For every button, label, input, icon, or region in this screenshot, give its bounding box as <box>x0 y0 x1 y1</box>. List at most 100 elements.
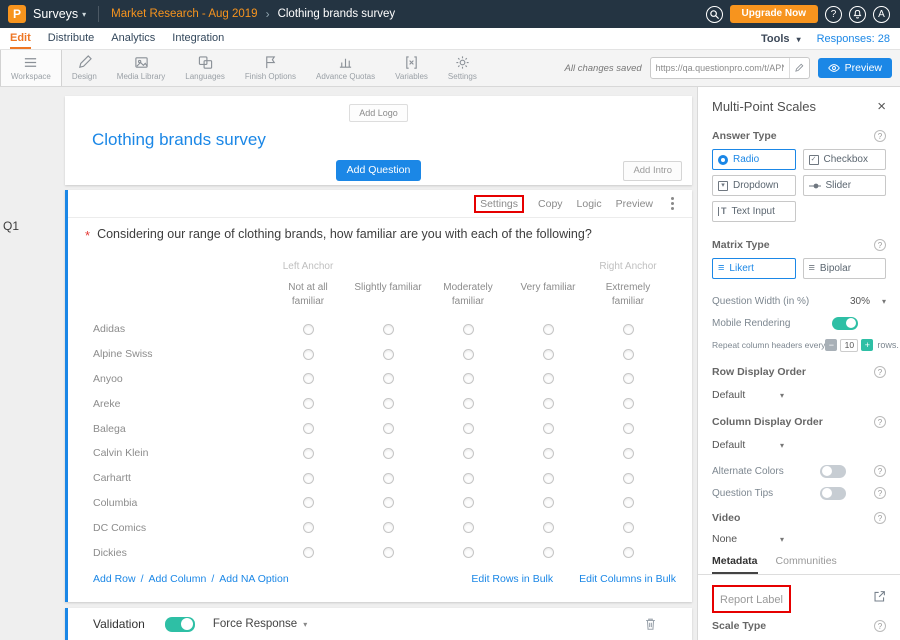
radio-button[interactable] <box>383 448 394 459</box>
radio-button[interactable] <box>383 324 394 335</box>
tab-distribute[interactable]: Distribute <box>48 28 94 49</box>
radio-button[interactable] <box>623 423 634 434</box>
help-icon[interactable]: ? <box>874 416 886 428</box>
question-action-preview[interactable]: Preview <box>616 198 653 210</box>
toolbar-item-workspace[interactable]: Workspace <box>0 50 62 86</box>
answer-type-text-input[interactable]: TText Input <box>712 201 796 222</box>
add-na-option-link[interactable]: Add NA Option <box>219 573 288 585</box>
tab-communities[interactable]: Communities <box>776 555 837 574</box>
upgrade-now-button[interactable]: Upgrade Now <box>730 5 818 23</box>
delete-question-trash-icon[interactable] <box>644 617 657 631</box>
help-icon[interactable]: ? <box>874 239 886 251</box>
row-display-order-select[interactable]: Default▾ <box>712 389 784 401</box>
help-icon[interactable]: ? <box>874 465 886 477</box>
question-action-settings[interactable]: Settings <box>480 198 518 210</box>
help-icon[interactable]: ? <box>874 620 886 632</box>
search-icon[interactable] <box>706 6 723 23</box>
radio-button[interactable] <box>383 398 394 409</box>
radio-button[interactable] <box>383 547 394 558</box>
answer-type-dropdown[interactable]: ▾Dropdown <box>712 175 796 196</box>
question-width-value[interactable]: 30% <box>850 296 870 307</box>
toolbar-item-languages[interactable]: Languages <box>175 50 235 86</box>
add-question-button[interactable]: Add Question <box>336 160 422 181</box>
radio-button[interactable] <box>543 373 554 384</box>
help-icon[interactable]: ? <box>874 366 886 378</box>
survey-title[interactable]: Clothing brands survey <box>92 130 692 150</box>
responses-count-link[interactable]: Responses: 28 <box>817 33 890 45</box>
column-display-order-select[interactable]: Default▾ <box>712 439 784 451</box>
question-action-logic[interactable]: Logic <box>577 198 602 210</box>
radio-button[interactable] <box>463 423 474 434</box>
radio-button[interactable] <box>383 373 394 384</box>
radio-button[interactable] <box>383 349 394 360</box>
toolbar-item-settings[interactable]: Settings <box>438 50 487 86</box>
add-logo-button[interactable]: Add Logo <box>349 104 408 122</box>
edit-url-pencil-icon[interactable] <box>789 58 809 78</box>
radio-button[interactable] <box>543 547 554 558</box>
radio-button[interactable] <box>623 448 634 459</box>
radio-button[interactable] <box>623 497 634 508</box>
radio-button[interactable] <box>303 398 314 409</box>
report-label[interactable]: Report Label <box>720 594 783 606</box>
radio-button[interactable] <box>463 349 474 360</box>
radio-button[interactable] <box>303 497 314 508</box>
radio-button[interactable] <box>303 349 314 360</box>
radio-button[interactable] <box>383 473 394 484</box>
radio-button[interactable] <box>303 448 314 459</box>
tab-integration[interactable]: Integration <box>172 28 224 49</box>
radio-button[interactable] <box>463 473 474 484</box>
radio-button[interactable] <box>463 497 474 508</box>
add-row-link[interactable]: Add Row <box>93 573 136 585</box>
help-icon[interactable]: ? <box>874 512 886 524</box>
radio-button[interactable] <box>463 522 474 533</box>
radio-button[interactable] <box>383 423 394 434</box>
tab-edit[interactable]: Edit <box>10 28 31 49</box>
radio-button[interactable] <box>623 324 634 335</box>
survey-url-input[interactable] <box>651 63 789 73</box>
radio-button[interactable] <box>303 423 314 434</box>
decrement-button[interactable]: − <box>825 339 837 351</box>
radio-button[interactable] <box>623 349 634 360</box>
radio-button[interactable] <box>303 547 314 558</box>
radio-button[interactable] <box>543 398 554 409</box>
radio-button[interactable] <box>463 547 474 558</box>
preview-button[interactable]: Preview <box>818 58 892 79</box>
radio-button[interactable] <box>543 423 554 434</box>
radio-button[interactable] <box>303 522 314 533</box>
help-icon[interactable]: ? <box>874 130 886 142</box>
validation-toggle[interactable] <box>165 617 195 632</box>
toolbar-item-variables[interactable]: Variables <box>385 50 438 86</box>
matrix-type-bipolar[interactable]: ≡Bipolar <box>803 258 887 279</box>
breadcrumb-folder-link[interactable]: Market Research - Aug 2019 <box>111 8 257 20</box>
tools-menu[interactable]: Tools ▾ <box>761 33 801 45</box>
tab-analytics[interactable]: Analytics <box>111 28 155 49</box>
radio-button[interactable] <box>303 324 314 335</box>
radio-button[interactable] <box>303 473 314 484</box>
toolbar-item-media-library[interactable]: Media Library <box>107 50 175 86</box>
product-switcher[interactable]: Surveys <box>33 7 78 21</box>
tab-metadata[interactable]: Metadata <box>712 555 758 574</box>
radio-button[interactable] <box>543 473 554 484</box>
radio-button[interactable] <box>383 497 394 508</box>
help-icon[interactable]: ? <box>825 6 842 23</box>
toolbar-item-design[interactable]: Design <box>62 50 107 86</box>
increment-button[interactable]: + <box>861 339 873 351</box>
video-select[interactable]: None▾ <box>712 533 784 545</box>
radio-button[interactable] <box>463 398 474 409</box>
radio-button[interactable] <box>463 373 474 384</box>
radio-button[interactable] <box>623 547 634 558</box>
edit-columns-in-bulk-link[interactable]: Edit Columns in Bulk <box>579 573 676 585</box>
question-action-copy[interactable]: Copy <box>538 198 563 210</box>
answer-type-radio[interactable]: Radio <box>712 149 796 170</box>
notifications-bell-icon[interactable] <box>849 6 866 23</box>
answer-type-slider[interactable]: Slider <box>803 175 887 196</box>
radio-button[interactable] <box>623 373 634 384</box>
radio-button[interactable] <box>543 324 554 335</box>
radio-button[interactable] <box>463 324 474 335</box>
add-column-link[interactable]: Add Column <box>149 573 207 585</box>
radio-button[interactable] <box>463 448 474 459</box>
matrix-type-likert[interactable]: ≡Likert <box>712 258 796 279</box>
radio-button[interactable] <box>383 522 394 533</box>
edit-rows-in-bulk-link[interactable]: Edit Rows in Bulk <box>471 573 553 585</box>
radio-button[interactable] <box>623 522 634 533</box>
